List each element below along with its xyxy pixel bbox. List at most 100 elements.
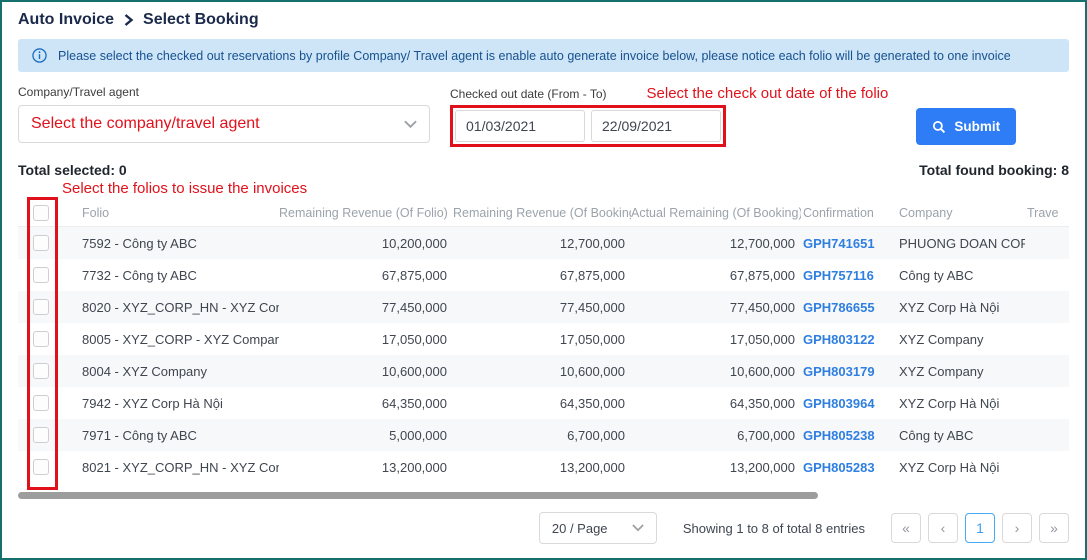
confirmation-link[interactable]: GPH741651 <box>801 236 897 251</box>
company-select-placeholder: Select the company/travel agent <box>31 115 260 133</box>
cell-remaining-revenue-booking: 64,350,000 <box>453 396 631 411</box>
cell-remaining-revenue-booking: 67,875,000 <box>453 268 631 283</box>
horizontal-scrollbar <box>18 492 1069 499</box>
cell-folio: 8020 - XYZ_CORP_HN - XYZ Corp Hà Nội <box>64 300 279 315</box>
row-checkbox[interactable] <box>33 427 49 443</box>
confirmation-link[interactable]: GPH805283 <box>801 460 897 475</box>
date-annotation-box <box>450 105 726 147</box>
row-checkbox[interactable] <box>33 235 49 251</box>
table-body: 7592 - Công ty ABC 10,200,000 12,700,000… <box>18 227 1069 483</box>
cell-remaining-revenue-folio: 64,350,000 <box>279 396 453 411</box>
chevron-down-icon <box>632 524 644 532</box>
total-found-booking: Total found booking: 8 <box>919 162 1069 178</box>
cell-remaining-revenue-folio: 77,450,000 <box>279 300 453 315</box>
info-circle-icon <box>32 48 47 63</box>
first-page-button[interactable]: « <box>891 513 921 543</box>
info-banner: Please select the checked out reservatio… <box>18 39 1069 72</box>
cell-actual-remaining: 64,350,000 <box>631 396 801 411</box>
page-1-button[interactable]: 1 <box>965 513 995 543</box>
confirmation-link[interactable]: GPH803964 <box>801 396 897 411</box>
page-size-value: 20 / Page <box>552 521 608 536</box>
breadcrumb: Auto Invoice Select Booking <box>2 2 1085 35</box>
table-row[interactable]: 7971 - Công ty ABC 5,000,000 6,700,000 6… <box>18 419 1069 451</box>
confirmation-link[interactable]: GPH786655 <box>801 300 897 315</box>
row-checkbox[interactable] <box>33 299 49 315</box>
cell-remaining-revenue-folio: 10,600,000 <box>279 364 453 379</box>
table-row[interactable]: 7592 - Công ty ABC 10,200,000 12,700,000… <box>18 227 1069 259</box>
cell-company: XYZ Corp Hà Nội <box>897 396 1025 411</box>
auto-invoice-page: Auto Invoice Select Booking Please selec… <box>0 0 1087 560</box>
cell-folio: 8005 - XYZ_CORP - XYZ Company <box>64 332 279 347</box>
company-select[interactable]: Select the company/travel agent <box>18 105 430 143</box>
table-row[interactable]: 8004 - XYZ Company 10,600,000 10,600,000… <box>18 355 1069 387</box>
cell-company: Công ty ABC <box>897 268 1025 283</box>
booking-table: Folio Remaining Revenue (Of Folio) Remai… <box>18 200 1069 499</box>
col-header-folio: Folio <box>64 206 279 220</box>
prev-page-button[interactable]: ‹ <box>928 513 958 543</box>
table-row[interactable]: 8005 - XYZ_CORP - XYZ Company 17,050,000… <box>18 323 1069 355</box>
table-row[interactable]: 8020 - XYZ_CORP_HN - XYZ Corp Hà Nội 77,… <box>18 291 1069 323</box>
cell-folio: 7942 - XYZ Corp Hà Nội <box>64 396 279 411</box>
cell-company: PHUONG DOAN CORP <box>897 236 1025 251</box>
company-label: Company/Travel agent <box>18 85 430 99</box>
cell-actual-remaining: 77,450,000 <box>631 300 801 315</box>
row-checkbox[interactable] <box>33 363 49 379</box>
select-all-checkbox[interactable] <box>33 205 49 221</box>
confirmation-link[interactable]: GPH757116 <box>801 268 897 283</box>
row-checkbox[interactable] <box>33 459 49 475</box>
cell-folio: 7592 - Công ty ABC <box>64 236 279 251</box>
row-checkbox[interactable] <box>33 395 49 411</box>
date-range-label: Checked out date (From - To) <box>450 87 607 101</box>
cell-folio: 8004 - XYZ Company <box>64 364 279 379</box>
table-row[interactable]: 8021 - XYZ_CORP_HN - XYZ Corp Hà Nội 13,… <box>18 451 1069 483</box>
cell-company: Công ty ABC <box>897 428 1025 443</box>
date-annotation-text: Select the check out date of the folio <box>647 85 889 102</box>
cell-remaining-revenue-booking: 10,600,000 <box>453 364 631 379</box>
confirmation-link[interactable]: GPH803179 <box>801 364 897 379</box>
cell-remaining-revenue-booking: 77,450,000 <box>453 300 631 315</box>
col-header-confirmation: Confirmation <box>801 206 897 220</box>
info-banner-text: Please select the checked out reservatio… <box>58 49 1011 63</box>
cell-actual-remaining: 67,875,000 <box>631 268 801 283</box>
cell-company: XYZ Corp Hà Nội <box>897 300 1025 315</box>
filter-bar: Company/Travel agent Select the company/… <box>18 85 1069 147</box>
cell-actual-remaining: 17,050,000 <box>631 332 801 347</box>
chevron-right-icon <box>123 13 134 27</box>
horizontal-scrollbar-thumb[interactable] <box>18 492 818 499</box>
cell-company: XYZ Company <box>897 332 1025 347</box>
cell-actual-remaining: 10,600,000 <box>631 364 801 379</box>
date-to-input[interactable] <box>591 110 721 142</box>
table-row[interactable]: 7942 - XYZ Corp Hà Nội 64,350,000 64,350… <box>18 387 1069 419</box>
cell-remaining-revenue-folio: 67,875,000 <box>279 268 453 283</box>
row-checkbox[interactable] <box>33 331 49 347</box>
col-header-travel-agent: Trave <box>1025 206 1069 220</box>
submit-button-label: Submit <box>954 119 1000 134</box>
cell-remaining-revenue-booking: 13,200,000 <box>453 460 631 475</box>
cell-remaining-revenue-booking: 12,700,000 <box>453 236 631 251</box>
page-title: Select Booking <box>143 11 259 29</box>
col-header-actual-remaining: Actual Remaining (Of Booking) <box>631 206 801 220</box>
search-icon <box>932 120 946 134</box>
cell-remaining-revenue-folio: 10,200,000 <box>279 236 453 251</box>
table-row[interactable]: 7732 - Công ty ABC 67,875,000 67,875,000… <box>18 259 1069 291</box>
table-header-row: Folio Remaining Revenue (Of Folio) Remai… <box>18 200 1069 227</box>
cell-remaining-revenue-booking: 17,050,000 <box>453 332 631 347</box>
cell-folio: 7732 - Công ty ABC <box>64 268 279 283</box>
next-page-button[interactable]: › <box>1002 513 1032 543</box>
confirmation-link[interactable]: GPH803122 <box>801 332 897 347</box>
cell-company: XYZ Company <box>897 364 1025 379</box>
cell-company: XYZ Corp Hà Nội <box>897 460 1025 475</box>
row-checkbox[interactable] <box>33 267 49 283</box>
breadcrumb-parent[interactable]: Auto Invoice <box>18 11 114 29</box>
total-selected: Total selected: 0 <box>18 162 127 178</box>
date-from-input[interactable] <box>455 110 585 142</box>
page-size-select[interactable]: 20 / Page <box>539 512 657 544</box>
confirmation-link[interactable]: GPH805238 <box>801 428 897 443</box>
cell-actual-remaining: 12,700,000 <box>631 236 801 251</box>
last-page-button[interactable]: » <box>1039 513 1069 543</box>
cell-remaining-revenue-folio: 17,050,000 <box>279 332 453 347</box>
submit-button[interactable]: Submit <box>916 108 1016 145</box>
col-header-company: Company <box>897 206 1025 220</box>
chevron-down-icon <box>404 120 417 129</box>
folio-annotation-text: Select the folios to issue the invoices <box>62 180 1069 197</box>
